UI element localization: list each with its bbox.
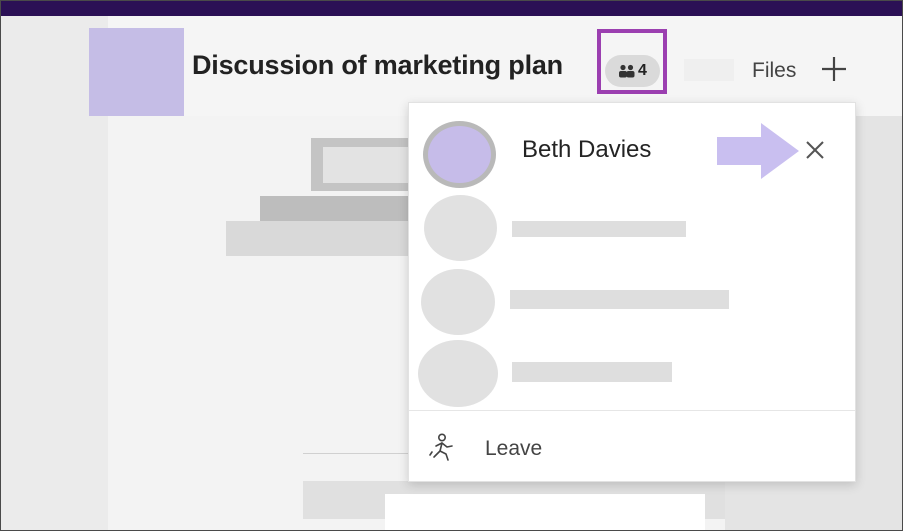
remove-member-button[interactable]	[803, 138, 827, 162]
close-icon	[806, 141, 824, 159]
placeholder-line	[303, 453, 408, 454]
placeholder-card-inner	[323, 147, 409, 183]
app-window: Discussion of marketing plan 4 Files Bet…	[0, 0, 903, 531]
plus-icon	[822, 57, 846, 81]
member-avatar	[421, 269, 495, 335]
leave-label: Leave	[485, 437, 543, 460]
placeholder-line	[226, 221, 421, 256]
leave-button[interactable]: Leave	[429, 431, 542, 467]
member-name-placeholder	[512, 221, 686, 237]
arrow-right-icon	[717, 123, 801, 184]
member-avatar	[418, 340, 498, 407]
tab-placeholder[interactable]	[684, 59, 734, 81]
member-name-placeholder	[510, 290, 729, 309]
add-tab-button[interactable]	[819, 51, 849, 85]
placeholder-message-inner	[385, 494, 705, 530]
member-avatar	[423, 121, 496, 188]
participants-highlight	[597, 29, 667, 94]
member-name: Beth Davies	[522, 136, 652, 163]
tab-files[interactable]: Files	[752, 59, 796, 83]
group-avatar	[89, 28, 184, 116]
member-name-placeholder	[512, 362, 672, 382]
placeholder-line	[260, 196, 420, 221]
divider	[409, 410, 855, 411]
member-avatar	[424, 195, 497, 261]
title-bar	[1, 1, 902, 16]
chat-title: Discussion of marketing plan	[192, 50, 563, 80]
leave-person-icon	[429, 432, 455, 466]
participants-popup: Beth Davies Leave	[408, 102, 856, 482]
